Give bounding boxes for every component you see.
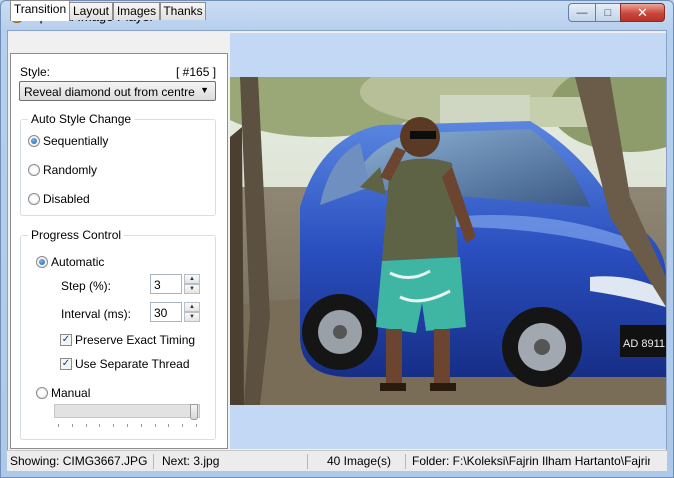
tab-layout[interactable]: Layout: [69, 2, 113, 20]
slider-tick: [113, 424, 114, 427]
separate-thread-checkbox[interactable]: ✓: [60, 358, 72, 370]
radio-randomly-label[interactable]: Randomly: [43, 163, 97, 177]
radio-manual[interactable]: [36, 387, 48, 399]
radio-sequentially[interactable]: [28, 135, 40, 147]
slider-tick: [182, 424, 183, 427]
slider-tick: [58, 424, 59, 427]
maximize-button[interactable]: □: [595, 3, 621, 22]
slider-tick: [168, 424, 169, 427]
status-showing: Showing: CIMG3667.JPG: [10, 454, 148, 468]
status-folder: Folder: F:\Koleksi\Fajrin Ilham Hartanto…: [412, 454, 650, 468]
step-stepper[interactable]: ▲ ▼: [184, 274, 200, 294]
step-value: 3: [154, 278, 161, 292]
minimize-icon: —: [576, 6, 588, 19]
style-label: Style:: [20, 65, 51, 79]
slider-tick: [141, 424, 142, 427]
step-label: Step (%):: [61, 279, 112, 293]
radio-automatic-label[interactable]: Automatic: [51, 255, 104, 269]
tab-images[interactable]: Images: [113, 2, 160, 20]
interval-label: Interval (ms):: [61, 307, 132, 321]
status-divider: [307, 454, 308, 469]
radio-sequentially-label[interactable]: Sequentially: [43, 134, 108, 148]
tab-thanks[interactable]: Thanks: [160, 2, 206, 20]
status-image-count: 40 Image(s): [327, 454, 392, 468]
manual-progress-slider[interactable]: [54, 404, 200, 418]
style-index: [ #165 ]: [176, 65, 217, 79]
maximize-icon: □: [604, 6, 612, 19]
slider-ticks: [58, 424, 197, 428]
slider-tick: [155, 424, 156, 427]
interval-stepper[interactable]: ▲ ▼: [184, 302, 200, 322]
radio-disabled[interactable]: [28, 193, 40, 205]
interval-down-icon[interactable]: ▼: [184, 312, 200, 322]
slider-tick: [72, 424, 73, 427]
style-dropdown[interactable]: Reveal diamond out from centre ▼: [19, 81, 216, 101]
close-icon: ✕: [637, 4, 648, 20]
auto-style-change-title: Auto Style Change: [28, 112, 135, 126]
radio-automatic[interactable]: [36, 256, 48, 268]
status-bar: Showing: CIMG3667.JPG Next: 3.jpg 40 Ima…: [7, 450, 667, 471]
progress-control-title: Progress Control: [28, 228, 125, 242]
preserve-timing-checkbox[interactable]: ✓: [60, 334, 72, 346]
interval-value: 30: [154, 306, 168, 320]
separate-thread-label[interactable]: Use Separate Thread: [75, 357, 190, 371]
radio-manual-label[interactable]: Manual: [51, 386, 90, 400]
status-divider: [405, 454, 406, 469]
close-button[interactable]: ✕: [620, 3, 665, 22]
slider-tick: [196, 424, 197, 427]
style-dropdown-value: Reveal diamond out from centre: [24, 85, 195, 99]
radio-disabled-label[interactable]: Disabled: [43, 192, 90, 206]
radio-randomly[interactable]: [28, 164, 40, 176]
interval-up-icon[interactable]: ▲: [184, 302, 200, 312]
tab-transition[interactable]: Transition: [10, 0, 70, 21]
step-up-icon[interactable]: ▲: [184, 274, 200, 284]
manual-slider-thumb[interactable]: [190, 404, 198, 420]
license-plate: AD 8911: [623, 338, 665, 350]
step-field[interactable]: 3: [150, 274, 182, 294]
status-next: Next: 3.jpg: [162, 454, 220, 468]
step-down-icon[interactable]: ▼: [184, 284, 200, 294]
photo-image: AD 8911: [230, 77, 666, 405]
interval-field[interactable]: 30: [150, 302, 182, 322]
slider-tick: [127, 424, 128, 427]
slider-tick: [86, 424, 87, 427]
minimize-button[interactable]: —: [568, 3, 596, 22]
slider-tick: [99, 424, 100, 427]
status-divider: [153, 454, 154, 469]
chevron-down-icon: ▼: [200, 85, 209, 95]
preserve-timing-label[interactable]: Preserve Exact Timing: [75, 333, 195, 347]
